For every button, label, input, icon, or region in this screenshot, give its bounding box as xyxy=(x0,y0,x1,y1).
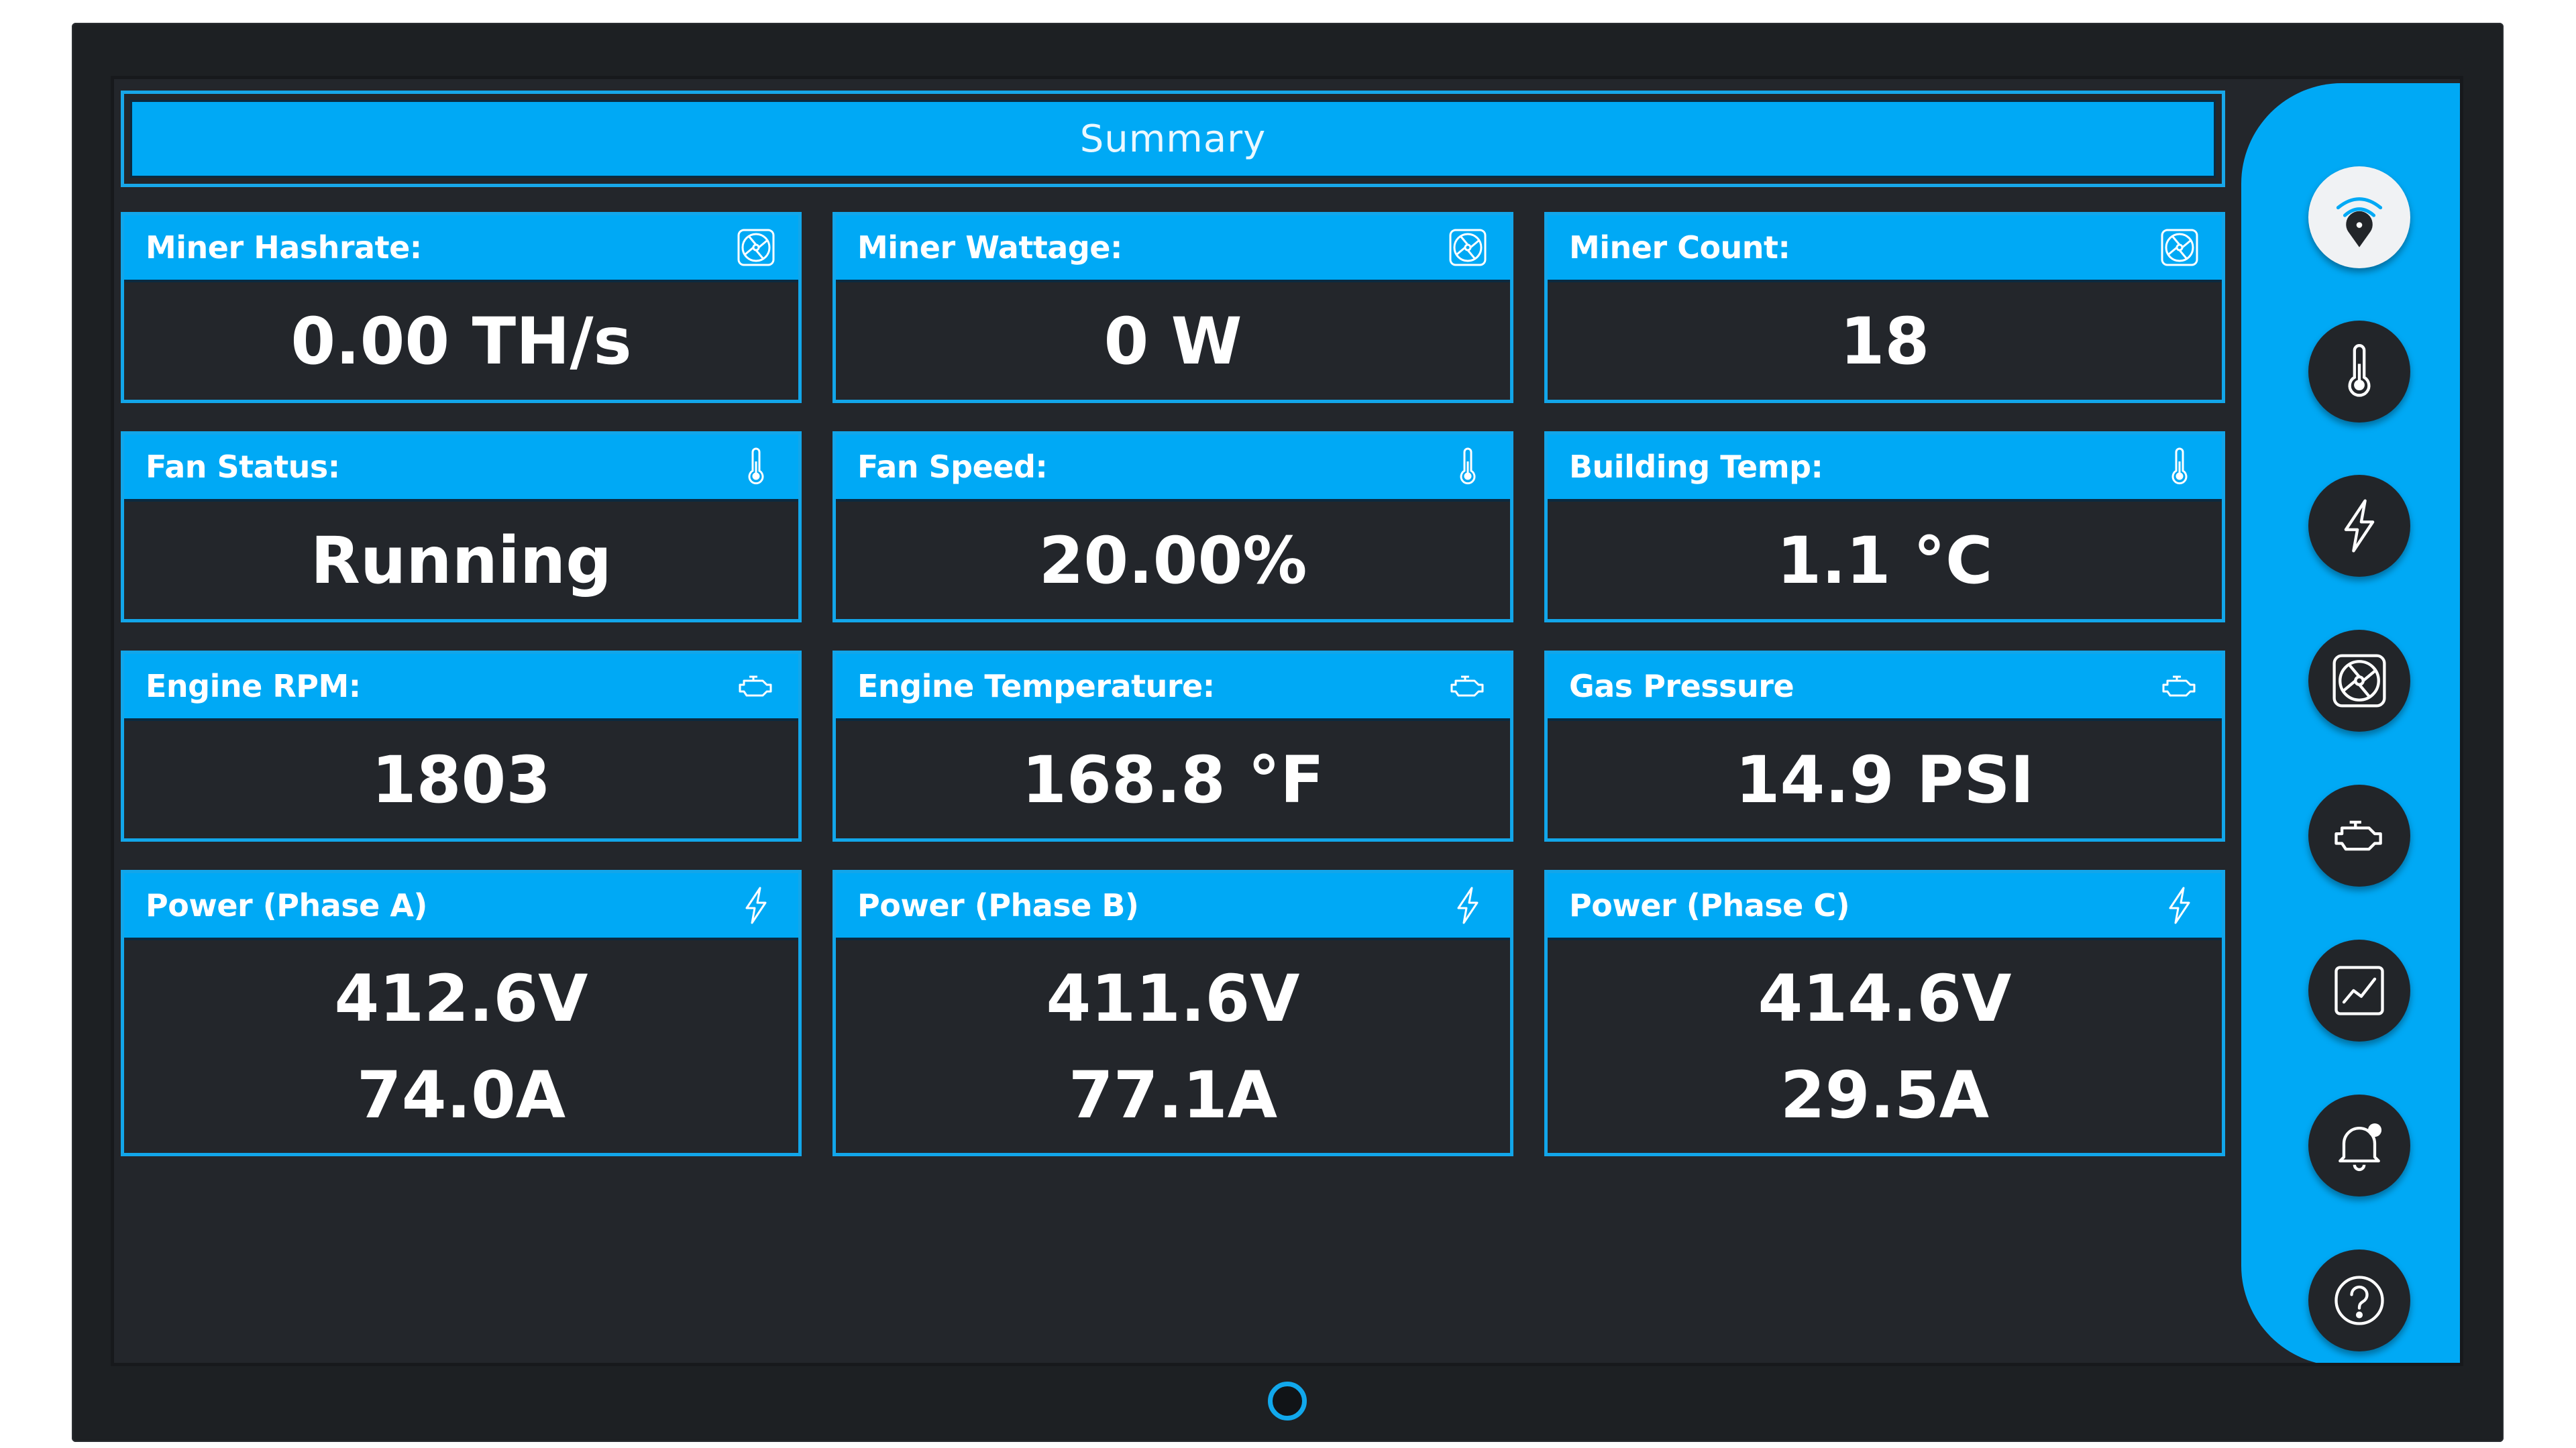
engine-icon xyxy=(1444,663,1491,710)
wifi-location-icon xyxy=(2328,186,2390,248)
value-line: 20.00% xyxy=(1038,522,1307,598)
power-indicator-led[interactable] xyxy=(1268,1382,1307,1421)
card-title: Power (Phase B) xyxy=(857,887,1139,924)
card-value: 0 W xyxy=(836,280,1510,400)
card-header: Power (Phase C) xyxy=(1548,873,2222,938)
value-line: 1.1 °C xyxy=(1776,522,1993,598)
card-fan-status: Fan Status: Running xyxy=(121,431,802,622)
screen: Summary Miner Hashrate: 0.00 TH/s Miner … xyxy=(111,76,2463,1366)
thermometer-icon xyxy=(2156,443,2203,490)
value-line: 0 W xyxy=(1104,303,1242,379)
current-value: 74.0A xyxy=(356,1057,566,1133)
card-title: Miner Wattage: xyxy=(857,229,1122,266)
current-value: 29.5A xyxy=(1780,1057,1990,1133)
card-power-phase-a: Power (Phase A) 412.6V 74.0A xyxy=(121,870,802,1156)
thermometer-icon xyxy=(733,443,780,490)
value-line: 168.8 °F xyxy=(1022,742,1324,818)
card-header: Fan Status: xyxy=(124,435,798,499)
current-value: 77.1A xyxy=(1068,1057,1278,1133)
card-power-phase-b: Power (Phase B) 411.6V 77.1A xyxy=(833,870,1513,1156)
card-value: 411.6V 77.1A xyxy=(836,938,1510,1153)
nav-summary-button[interactable] xyxy=(2308,166,2410,268)
voltage-value: 412.6V xyxy=(334,960,588,1036)
nav-charts-button[interactable] xyxy=(2308,940,2410,1042)
value-line: 14.9 PSI xyxy=(1735,742,2035,818)
thermometer-icon xyxy=(1444,443,1491,490)
card-miner-count: Miner Count: 18 xyxy=(1544,212,2225,403)
engine-icon xyxy=(2156,663,2203,710)
bell-icon xyxy=(2328,1115,2390,1176)
chart-icon xyxy=(2328,960,2390,1021)
lightning-icon xyxy=(2156,882,2203,929)
card-header: Power (Phase A) xyxy=(124,873,798,938)
card-value: Running xyxy=(124,499,798,619)
summary-title: Summary xyxy=(130,100,2216,178)
card-gas-pressure: Gas Pressure 14.9 PSI xyxy=(1544,651,2225,842)
miner-fan-icon xyxy=(2156,224,2203,271)
card-header: Building Temp: xyxy=(1548,435,2222,499)
voltage-value: 414.6V xyxy=(1758,960,2012,1036)
card-title: Building Temp: xyxy=(1569,449,1823,485)
card-building-temp: Building Temp: 1.1 °C xyxy=(1544,431,2225,622)
value-line: 18 xyxy=(1839,303,1930,379)
card-title: Fan Status: xyxy=(146,449,340,485)
card-fan-speed: Fan Speed: 20.00% xyxy=(833,431,1513,622)
card-title: Power (Phase A) xyxy=(146,887,427,924)
card-value: 1803 xyxy=(124,718,798,838)
nav-miners-button[interactable] xyxy=(2308,630,2410,732)
card-miner-hashrate: Miner Hashrate: 0.00 TH/s xyxy=(121,212,802,403)
card-engine-rpm: Engine RPM: 1803 xyxy=(121,651,802,842)
value-line: Running xyxy=(311,522,612,598)
card-miner-wattage: Miner Wattage: 0 W xyxy=(833,212,1513,403)
nav-sidebar xyxy=(2241,83,2460,1363)
card-title: Engine Temperature: xyxy=(857,668,1215,704)
nav-help-button[interactable] xyxy=(2308,1249,2410,1351)
card-value: 18 xyxy=(1548,280,2222,400)
engine-icon xyxy=(733,663,780,710)
lightning-icon xyxy=(2328,495,2390,557)
summary-header: Summary xyxy=(121,91,2225,187)
card-title: Power (Phase C) xyxy=(1569,887,1850,924)
help-icon xyxy=(2328,1270,2390,1331)
nav-engine-button[interactable] xyxy=(2308,785,2410,887)
value-line: 0.00 TH/s xyxy=(290,303,632,379)
card-header: Miner Wattage: xyxy=(836,215,1510,280)
miner-fan-icon xyxy=(1444,224,1491,271)
metrics-grid: Miner Hashrate: 0.00 TH/s Miner Wattage: xyxy=(121,212,2225,1156)
thermometer-icon xyxy=(2328,341,2390,402)
card-value: 412.6V 74.0A xyxy=(124,938,798,1153)
card-header: Power (Phase B) xyxy=(836,873,1510,938)
card-title: Miner Count: xyxy=(1569,229,1790,266)
nav-power-button[interactable] xyxy=(2308,475,2410,577)
lightning-icon xyxy=(1444,882,1491,929)
value-line: 1803 xyxy=(371,742,551,818)
card-value: 20.00% xyxy=(836,499,1510,619)
card-value: 414.6V 29.5A xyxy=(1548,938,2222,1153)
card-power-phase-c: Power (Phase C) 414.6V 29.5A xyxy=(1544,870,2225,1156)
card-header: Engine RPM: xyxy=(124,654,798,718)
card-value: 168.8 °F xyxy=(836,718,1510,838)
card-header: Fan Speed: xyxy=(836,435,1510,499)
card-header: Gas Pressure xyxy=(1548,654,2222,718)
card-value: 1.1 °C xyxy=(1548,499,2222,619)
miner-fan-icon xyxy=(733,224,780,271)
card-title: Miner Hashrate: xyxy=(146,229,422,266)
lightning-icon xyxy=(733,882,780,929)
card-value: 0.00 TH/s xyxy=(124,280,798,400)
card-title: Fan Speed: xyxy=(857,449,1048,485)
card-header: Engine Temperature: xyxy=(836,654,1510,718)
card-engine-temperature: Engine Temperature: 168.8 °F xyxy=(833,651,1513,842)
voltage-value: 411.6V xyxy=(1046,960,1300,1036)
miner-fan-icon xyxy=(2328,650,2390,712)
card-value: 14.9 PSI xyxy=(1548,718,2222,838)
card-title: Engine RPM: xyxy=(146,668,361,704)
nav-alerts-button[interactable] xyxy=(2308,1095,2410,1196)
card-header: Miner Hashrate: xyxy=(124,215,798,280)
card-header: Miner Count: xyxy=(1548,215,2222,280)
card-title: Gas Pressure xyxy=(1569,668,1794,704)
engine-icon xyxy=(2328,805,2390,867)
nav-temperature-button[interactable] xyxy=(2308,321,2410,423)
